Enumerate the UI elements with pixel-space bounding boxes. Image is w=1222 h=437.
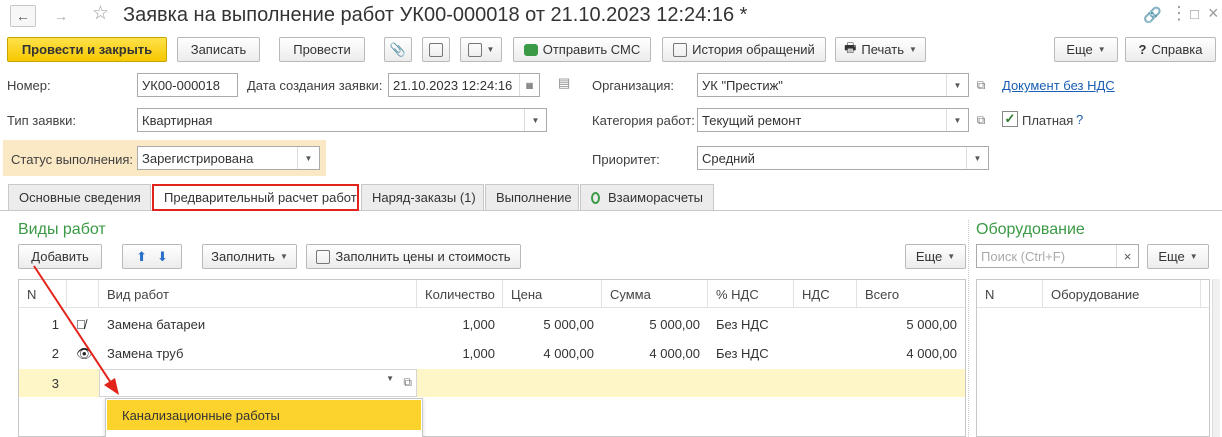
equipment-table: N Оборудование [976,279,1210,437]
search-placeholder: Поиск (Ctrl+F) [981,248,1066,264]
equipment-search-input[interactable]: Поиск (Ctrl+F) × [976,244,1139,268]
equipment-more-label: Еще [1158,249,1185,264]
scrollbar[interactable] [1212,279,1220,437]
column-header-n[interactable]: N [977,280,1043,308]
equipment-section-title: Оборудование [976,221,1085,238]
equipment-table-header: N Оборудование [977,280,1209,308]
equipment-more-button[interactable]: Еще ▼ [1147,244,1209,269]
clear-icon[interactable]: × [1116,245,1138,267]
column-header-equipment[interactable]: Оборудование [1043,280,1201,308]
section-splitter[interactable] [968,220,969,437]
chevron-down-icon: ▼ [1189,252,1198,261]
